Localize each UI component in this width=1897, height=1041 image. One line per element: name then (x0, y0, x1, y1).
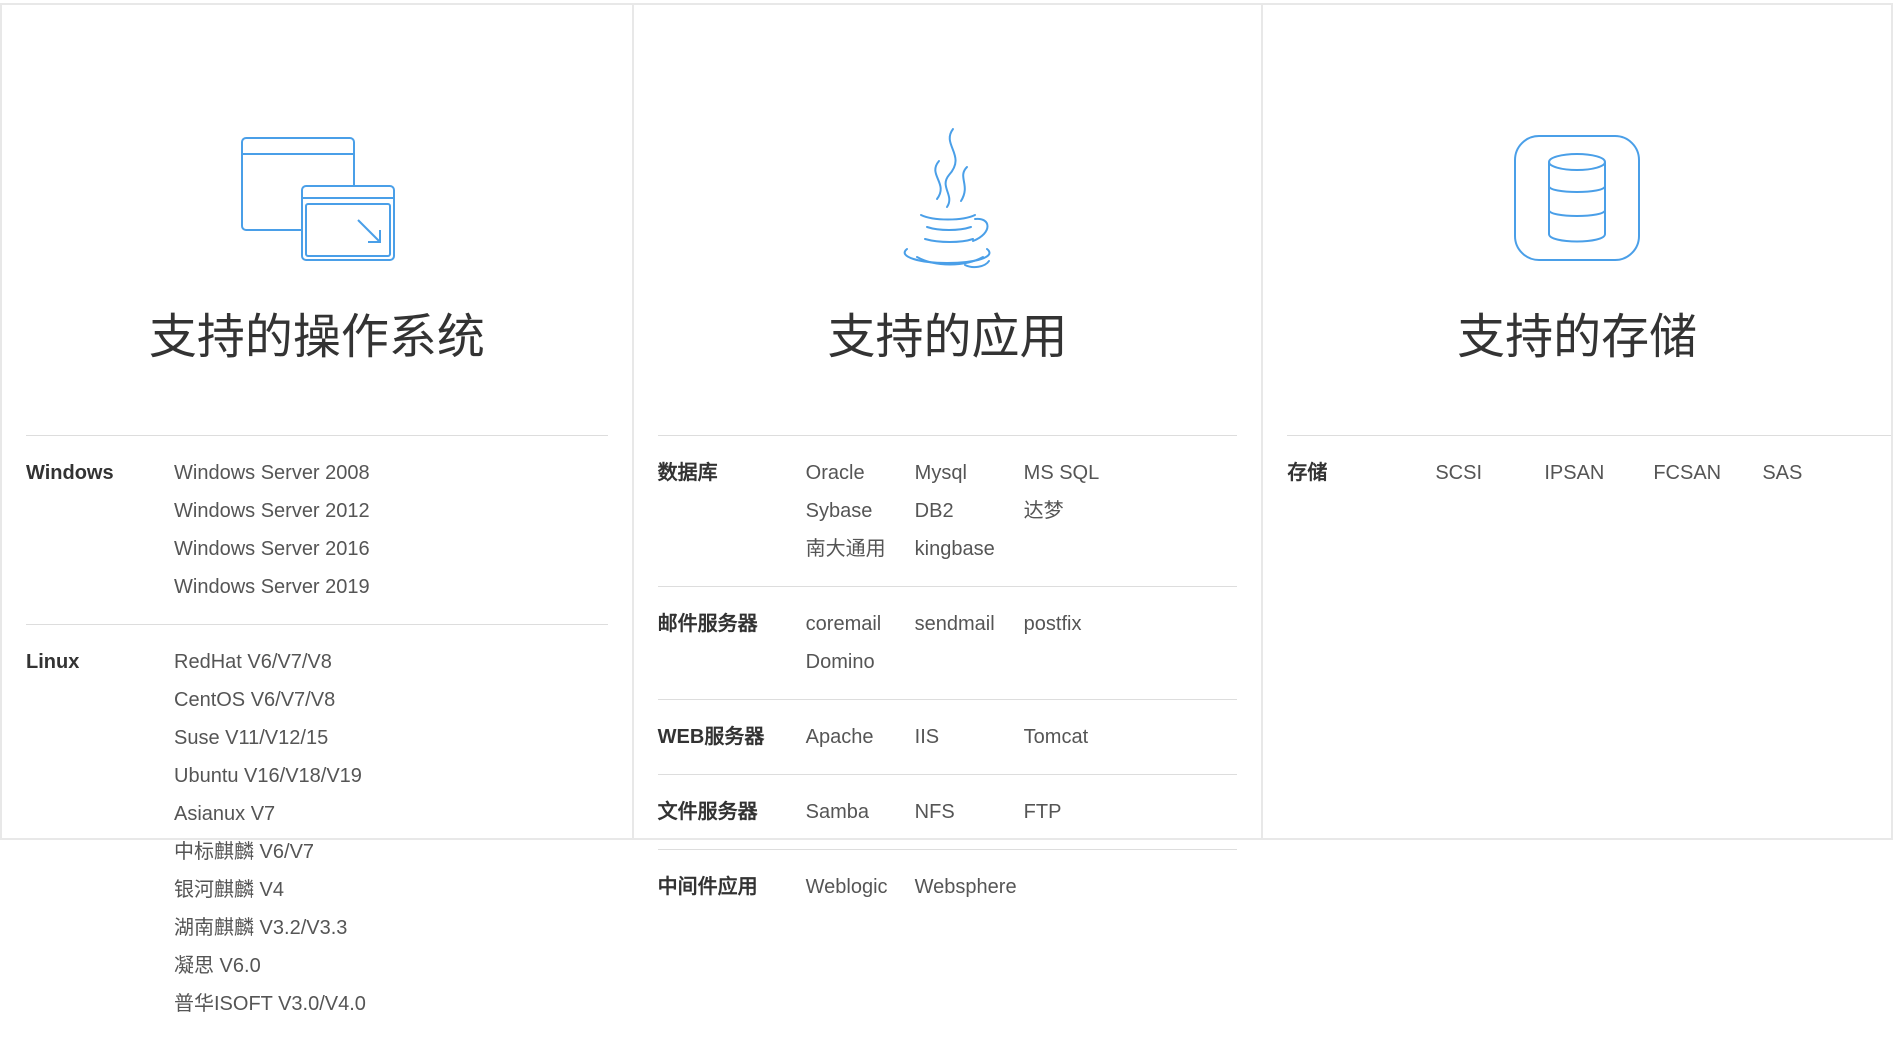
list-item: 湖南麒麟 V3.2/V3.3 (174, 917, 348, 939)
list-item: Mysql (914, 462, 967, 484)
list-item: Domino (805, 651, 875, 673)
list-item: IPSAN (1544, 462, 1605, 484)
java-coffee-cup-icon (904, 128, 991, 269)
os-row-windows: Windows Windows Server 2008 Windows Serv… (26, 436, 608, 625)
list-item: sendmail (914, 613, 995, 635)
database-storage-icon (1514, 135, 1641, 261)
row-items: Weblogic Websphere (806, 868, 1238, 906)
list-item: SAS (1762, 462, 1803, 484)
list-item: Samba (805, 801, 870, 823)
row-label: 中间件应用 (657, 876, 758, 898)
row-items: coremail sendmail postfix Domino (806, 605, 1238, 681)
list-item: Suse V11/V12/15 (174, 727, 329, 749)
column-operating-systems: 支持的操作系统 Windows Windows Server 2008 Wind… (2, 5, 632, 1015)
storage-icon-area (1263, 123, 1891, 273)
list-item: Windows Server 2019 (174, 576, 370, 598)
app-icon-area (634, 123, 1262, 273)
row-label: WEB服务器 (657, 726, 765, 748)
list-item: MS SQL (1023, 462, 1100, 484)
list-item: 南大通用 (805, 538, 886, 560)
storage-table: 存储 SCSI IPSAN FCSAN SAS (1287, 435, 1891, 510)
app-table: 数据库 Oracle Mysql MS SQL Sybase DB2 达梦 南大… (657, 435, 1238, 924)
window-resize-icon (240, 137, 395, 261)
list-item: 中标麒麟 V6/V7 (174, 841, 315, 863)
storage-row: 存储 SCSI IPSAN FCSAN SAS (1287, 436, 1891, 510)
list-item: SCSI (1435, 462, 1483, 484)
list-item: Apache (805, 726, 874, 748)
row-items: Apache IIS Tomcat (806, 718, 1238, 756)
list-item: CentOS V6/V7/V8 (174, 689, 336, 711)
app-row-database: 数据库 Oracle Mysql MS SQL Sybase DB2 达梦 南大… (657, 436, 1238, 587)
app-row-file-server: 文件服务器 Samba NFS FTP (657, 775, 1238, 850)
list-item: coremail (805, 613, 882, 635)
app-row-web-server: WEB服务器 Apache IIS Tomcat (657, 700, 1238, 775)
list-item: Windows Server 2016 (174, 538, 370, 560)
list-item: FCSAN (1653, 462, 1722, 484)
list-item: FTP (1023, 801, 1062, 823)
list-item: 银河麒麟 V4 (174, 879, 285, 901)
list-item: Windows Server 2012 (174, 500, 370, 522)
list-item: Oracle (805, 462, 865, 484)
list-item: Ubuntu V16/V18/V19 (174, 765, 362, 787)
list-item: Tomcat (1023, 726, 1089, 748)
os-title: 支持的操作系统 (148, 309, 485, 365)
list-item: NFS (914, 801, 955, 823)
list-item: Weblogic (805, 876, 888, 898)
list-item: kingbase (914, 538, 995, 560)
os-row-linux: Linux RedHat V6/V7/V8 CentOS V6/V7/V8 Su… (26, 625, 608, 1041)
app-title: 支持的应用 (827, 309, 1068, 365)
row-items: Samba NFS FTP (806, 793, 1238, 831)
row-label: 文件服务器 (657, 801, 758, 823)
row-label: 存储 (1287, 462, 1328, 484)
list-item: postfix (1023, 613, 1082, 635)
row-label: Linux (26, 651, 80, 673)
list-item: RedHat V6/V7/V8 (174, 651, 332, 673)
list-item: 普华ISOFT V3.0/V4.0 (174, 993, 366, 1015)
column-storage: 支持的存储 存储 SCSI IPSAN FCSAN SAS (1261, 5, 1891, 838)
list-item: Asianux V7 (174, 803, 276, 825)
list-item: 凝思 V6.0 (174, 955, 261, 977)
column-applications: 支持的应用 数据库 Oracle Mysql MS SQL Sybase DB2… (631, 5, 1262, 898)
storage-title: 支持的存储 (1457, 309, 1698, 365)
list-item: IIS (914, 726, 940, 748)
list-item: 达梦 (1023, 500, 1064, 522)
os-icon-area (2, 123, 632, 273)
app-row-mail-server: 邮件服务器 coremail sendmail postfix Domino (657, 587, 1238, 700)
app-row-middleware: 中间件应用 Weblogic Websphere (658, 850, 1238, 924)
os-table: Windows Windows Server 2008 Windows Serv… (26, 435, 608, 1041)
row-items: Oracle Mysql MS SQL Sybase DB2 达梦 南大通用 k… (806, 454, 1238, 568)
list-item: Websphere (914, 876, 1017, 898)
row-items: RedHat V6/V7/V8 CentOS V6/V7/V8 Suse V11… (174, 643, 608, 1023)
row-label: 数据库 (657, 462, 718, 484)
row-label: Windows (26, 462, 114, 484)
row-items: SCSI IPSAN FCSAN SAS (1435, 454, 1891, 492)
list-item: DB2 (914, 500, 954, 522)
support-panel: 支持的操作系统 Windows Windows Server 2008 Wind… (0, 3, 1893, 1015)
row-items: Windows Server 2008 Windows Server 2012 … (174, 454, 608, 606)
list-item: Sybase (805, 500, 873, 522)
row-label: 邮件服务器 (657, 613, 758, 635)
list-item: Windows Server 2008 (174, 462, 370, 484)
